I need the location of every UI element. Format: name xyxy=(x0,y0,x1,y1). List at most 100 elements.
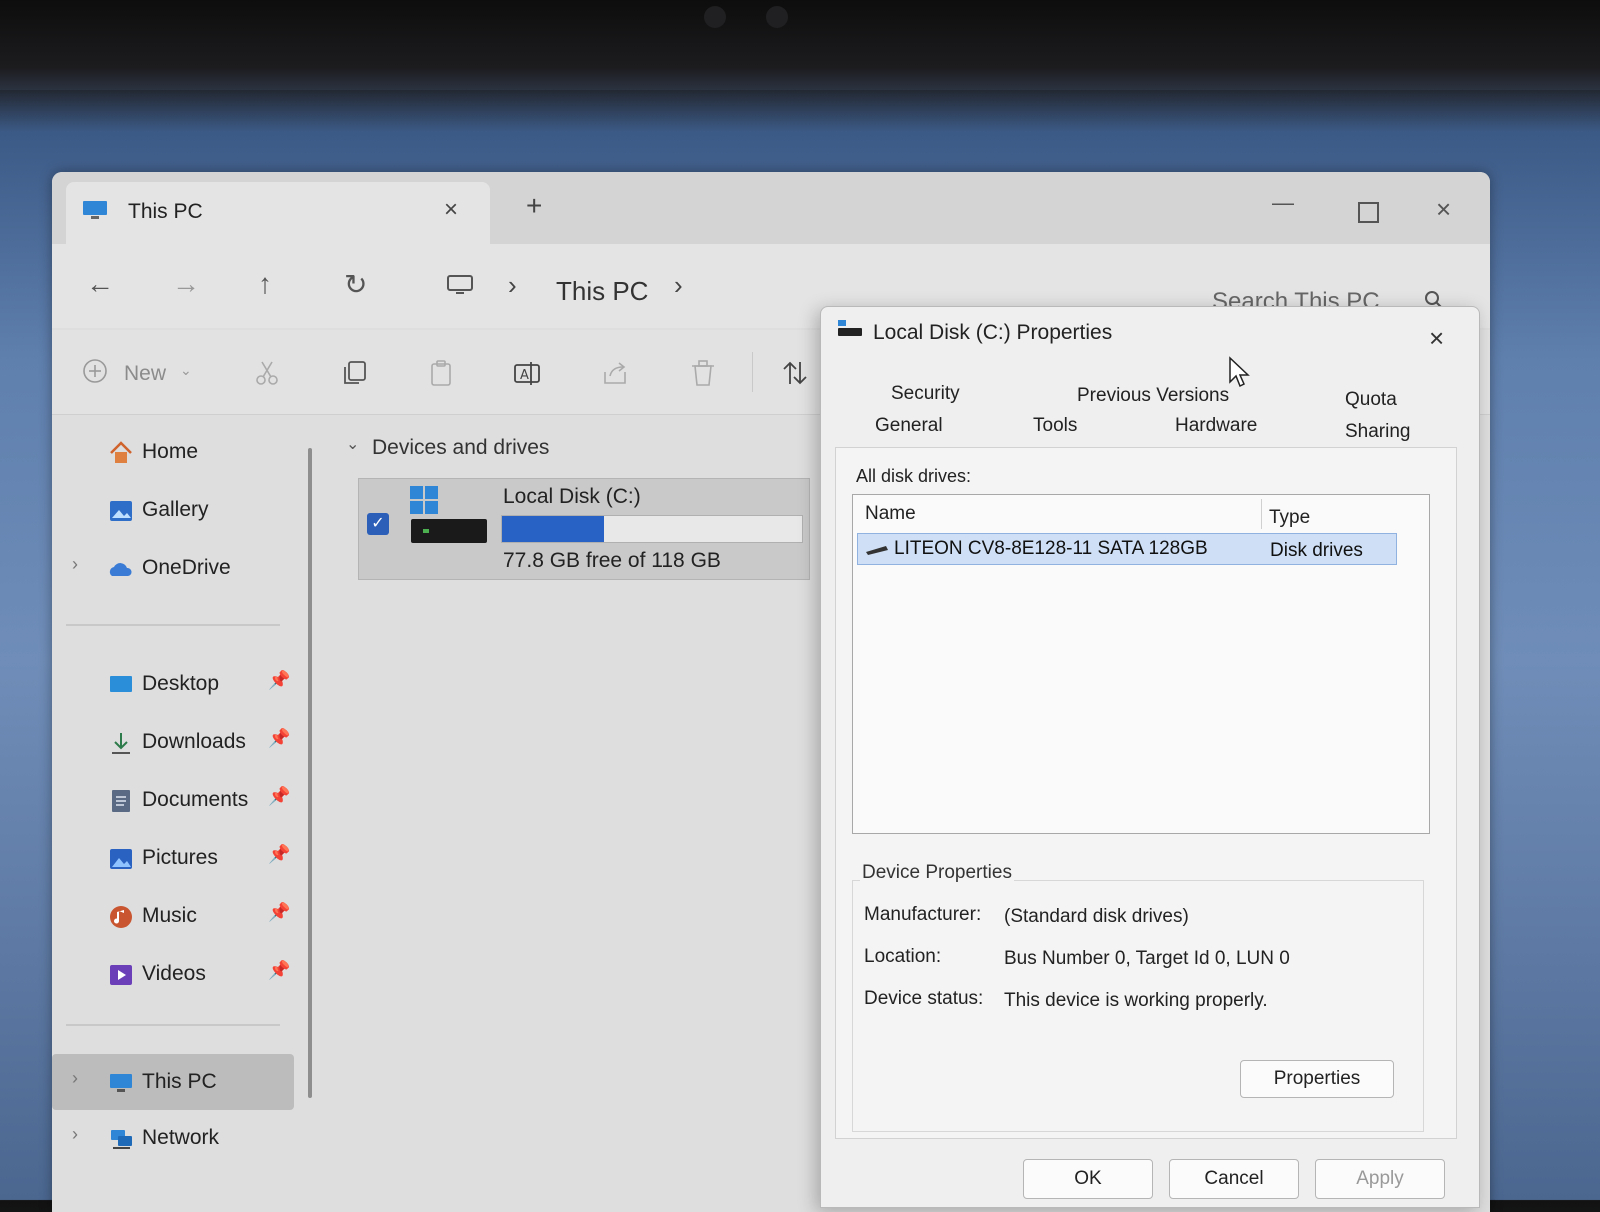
tab-security[interactable]: Security xyxy=(891,383,960,405)
manufacturer-label: Manufacturer: xyxy=(864,904,982,925)
new-tab-button[interactable]: + xyxy=(526,190,542,222)
maximize-button[interactable] xyxy=(1358,202,1379,223)
dialog-title: Local Disk (C:) Properties xyxy=(873,321,1113,344)
home-icon xyxy=(110,441,132,463)
back-button[interactable]: ← xyxy=(86,268,114,300)
tab-previous-versions[interactable]: Previous Versions xyxy=(1077,385,1229,407)
sidebar-item-network[interactable]: Network xyxy=(108,1120,328,1160)
camera-lens xyxy=(704,6,726,28)
ok-button[interactable]: OK xyxy=(1023,1159,1153,1199)
cut-icon[interactable] xyxy=(252,358,282,388)
location-value: Bus Number 0, Target Id 0, LUN 0 xyxy=(1004,948,1290,969)
location-label: Location: xyxy=(864,946,942,967)
hardware-tab-panel: All disk drives: Name Type LITEON CV8-8E… xyxy=(835,447,1457,1139)
svg-text:A: A xyxy=(520,368,529,383)
drive-name: Local Disk (C:) xyxy=(503,485,641,508)
minimize-button[interactable]: — xyxy=(1272,190,1294,216)
pin-icon[interactable]: 📌 xyxy=(268,844,290,865)
sidebar-item-label: Pictures xyxy=(142,846,218,869)
music-icon xyxy=(110,906,132,928)
monitor-bezel xyxy=(0,0,1600,90)
chevron-down-icon[interactable]: ⌄ xyxy=(180,362,192,379)
dialog-close-button[interactable]: × xyxy=(1429,323,1444,354)
sidebar-item-label: Desktop xyxy=(142,672,220,695)
sidebar-item-this-pc[interactable]: This PC xyxy=(108,1064,328,1104)
sidebar-item-documents[interactable]: Documents 📌 xyxy=(108,782,328,822)
chevron-down-icon[interactable]: ⌄ xyxy=(346,434,359,454)
breadcrumb-this-pc[interactable]: This PC xyxy=(556,276,648,307)
drive-tile-local-disk-c[interactable]: ✓ Local Disk (C:) 77.8 GB free of 118 GB xyxy=(358,478,810,580)
column-header-name[interactable]: Name xyxy=(865,503,916,525)
sidebar-item-downloads[interactable]: Downloads 📌 xyxy=(108,724,328,764)
tab-tools[interactable]: Tools xyxy=(1033,415,1077,437)
windows-logo-icon xyxy=(410,486,438,514)
sidebar-item-home[interactable]: Home xyxy=(108,434,328,474)
tab-quota[interactable]: Quota xyxy=(1345,389,1397,411)
copy-icon[interactable] xyxy=(340,358,370,388)
tab-close-icon[interactable]: × xyxy=(444,196,458,224)
pictures-icon xyxy=(110,849,132,869)
sidebar-item-videos[interactable]: Videos 📌 xyxy=(108,956,328,996)
column-divider[interactable] xyxy=(1261,499,1262,529)
list-item[interactable]: LITEON CV8-8E128-11 SATA 128GB Disk driv… xyxy=(857,533,1397,565)
delete-icon[interactable] xyxy=(688,358,718,388)
up-button[interactable]: ↑ xyxy=(258,268,272,300)
expand-chevron-icon[interactable]: › xyxy=(72,1068,78,1089)
sidebar-item-onedrive[interactable]: OneDrive xyxy=(108,550,328,590)
monitor-icon[interactable] xyxy=(446,275,474,296)
tab-hardware[interactable]: Hardware xyxy=(1175,415,1257,437)
documents-icon xyxy=(112,790,130,812)
mouse-cursor-icon xyxy=(1229,356,1250,388)
disk-type: Disk drives xyxy=(1270,540,1363,561)
apply-button[interactable]: Apply xyxy=(1315,1159,1445,1199)
sidebar-item-music[interactable]: Music 📌 xyxy=(108,898,328,938)
tab-general[interactable]: General xyxy=(875,415,943,437)
sidebar-item-label: Documents xyxy=(142,788,249,811)
pin-icon[interactable]: 📌 xyxy=(268,786,290,807)
device-properties-legend: Device Properties xyxy=(860,862,1014,884)
pin-icon[interactable]: 📌 xyxy=(268,670,290,691)
sidebar-item-label: Downloads xyxy=(142,730,246,753)
properties-dialog: Local Disk (C:) Properties × Security Pr… xyxy=(820,306,1480,1208)
downloads-icon xyxy=(112,733,130,754)
cancel-button[interactable]: Cancel xyxy=(1169,1159,1299,1199)
drive-led xyxy=(423,529,429,533)
pc-icon xyxy=(110,1074,132,1092)
column-header-type[interactable]: Type xyxy=(1269,507,1310,529)
network-icon xyxy=(111,1130,132,1149)
breadcrumb-separator[interactable]: › xyxy=(508,270,517,301)
tab-title: This PC xyxy=(128,200,203,223)
tab-this-pc[interactable]: This PC × xyxy=(66,182,490,244)
refresh-button[interactable]: ↻ xyxy=(344,268,367,301)
gallery-icon xyxy=(110,501,132,521)
sidebar-item-gallery[interactable]: Gallery xyxy=(108,492,328,532)
tab-sharing[interactable]: Sharing xyxy=(1345,421,1411,443)
expand-chevron-icon[interactable]: › xyxy=(72,1124,78,1145)
sort-icon[interactable] xyxy=(780,358,810,388)
sidebar-scrollbar[interactable] xyxy=(308,448,312,1098)
drive-checkbox[interactable]: ✓ xyxy=(367,513,389,535)
sidebar-divider xyxy=(66,624,280,626)
sidebar-item-pictures[interactable]: Pictures 📌 xyxy=(108,840,328,880)
properties-button[interactable]: Properties xyxy=(1240,1060,1394,1098)
forward-button[interactable]: → xyxy=(172,268,200,300)
pc-icon xyxy=(83,201,107,219)
pin-icon[interactable]: 📌 xyxy=(268,960,290,981)
new-button[interactable]: New xyxy=(124,362,166,386)
sidebar-divider xyxy=(66,1024,280,1026)
paste-icon[interactable] xyxy=(426,358,456,388)
pin-icon[interactable]: 📌 xyxy=(268,728,290,749)
share-icon[interactable] xyxy=(600,358,630,388)
sidebar-item-desktop[interactable]: Desktop 📌 xyxy=(108,666,328,706)
window-close-button[interactable]: × xyxy=(1436,194,1451,225)
disk-drives-list[interactable]: Name Type LITEON CV8-8E128-11 SATA 128GB… xyxy=(852,494,1430,834)
rename-icon[interactable]: A xyxy=(512,358,542,388)
sidebar-item-label: OneDrive xyxy=(142,556,231,579)
section-title-devices[interactable]: Devices and drives xyxy=(372,436,549,460)
expand-chevron-icon[interactable]: › xyxy=(72,554,78,575)
onedrive-icon xyxy=(109,563,132,576)
disk-name: LITEON CV8-8E128-11 SATA 128GB xyxy=(894,538,1208,559)
pin-icon[interactable]: 📌 xyxy=(268,902,290,923)
breadcrumb-separator[interactable]: › xyxy=(674,270,683,301)
add-icon[interactable] xyxy=(82,358,108,384)
